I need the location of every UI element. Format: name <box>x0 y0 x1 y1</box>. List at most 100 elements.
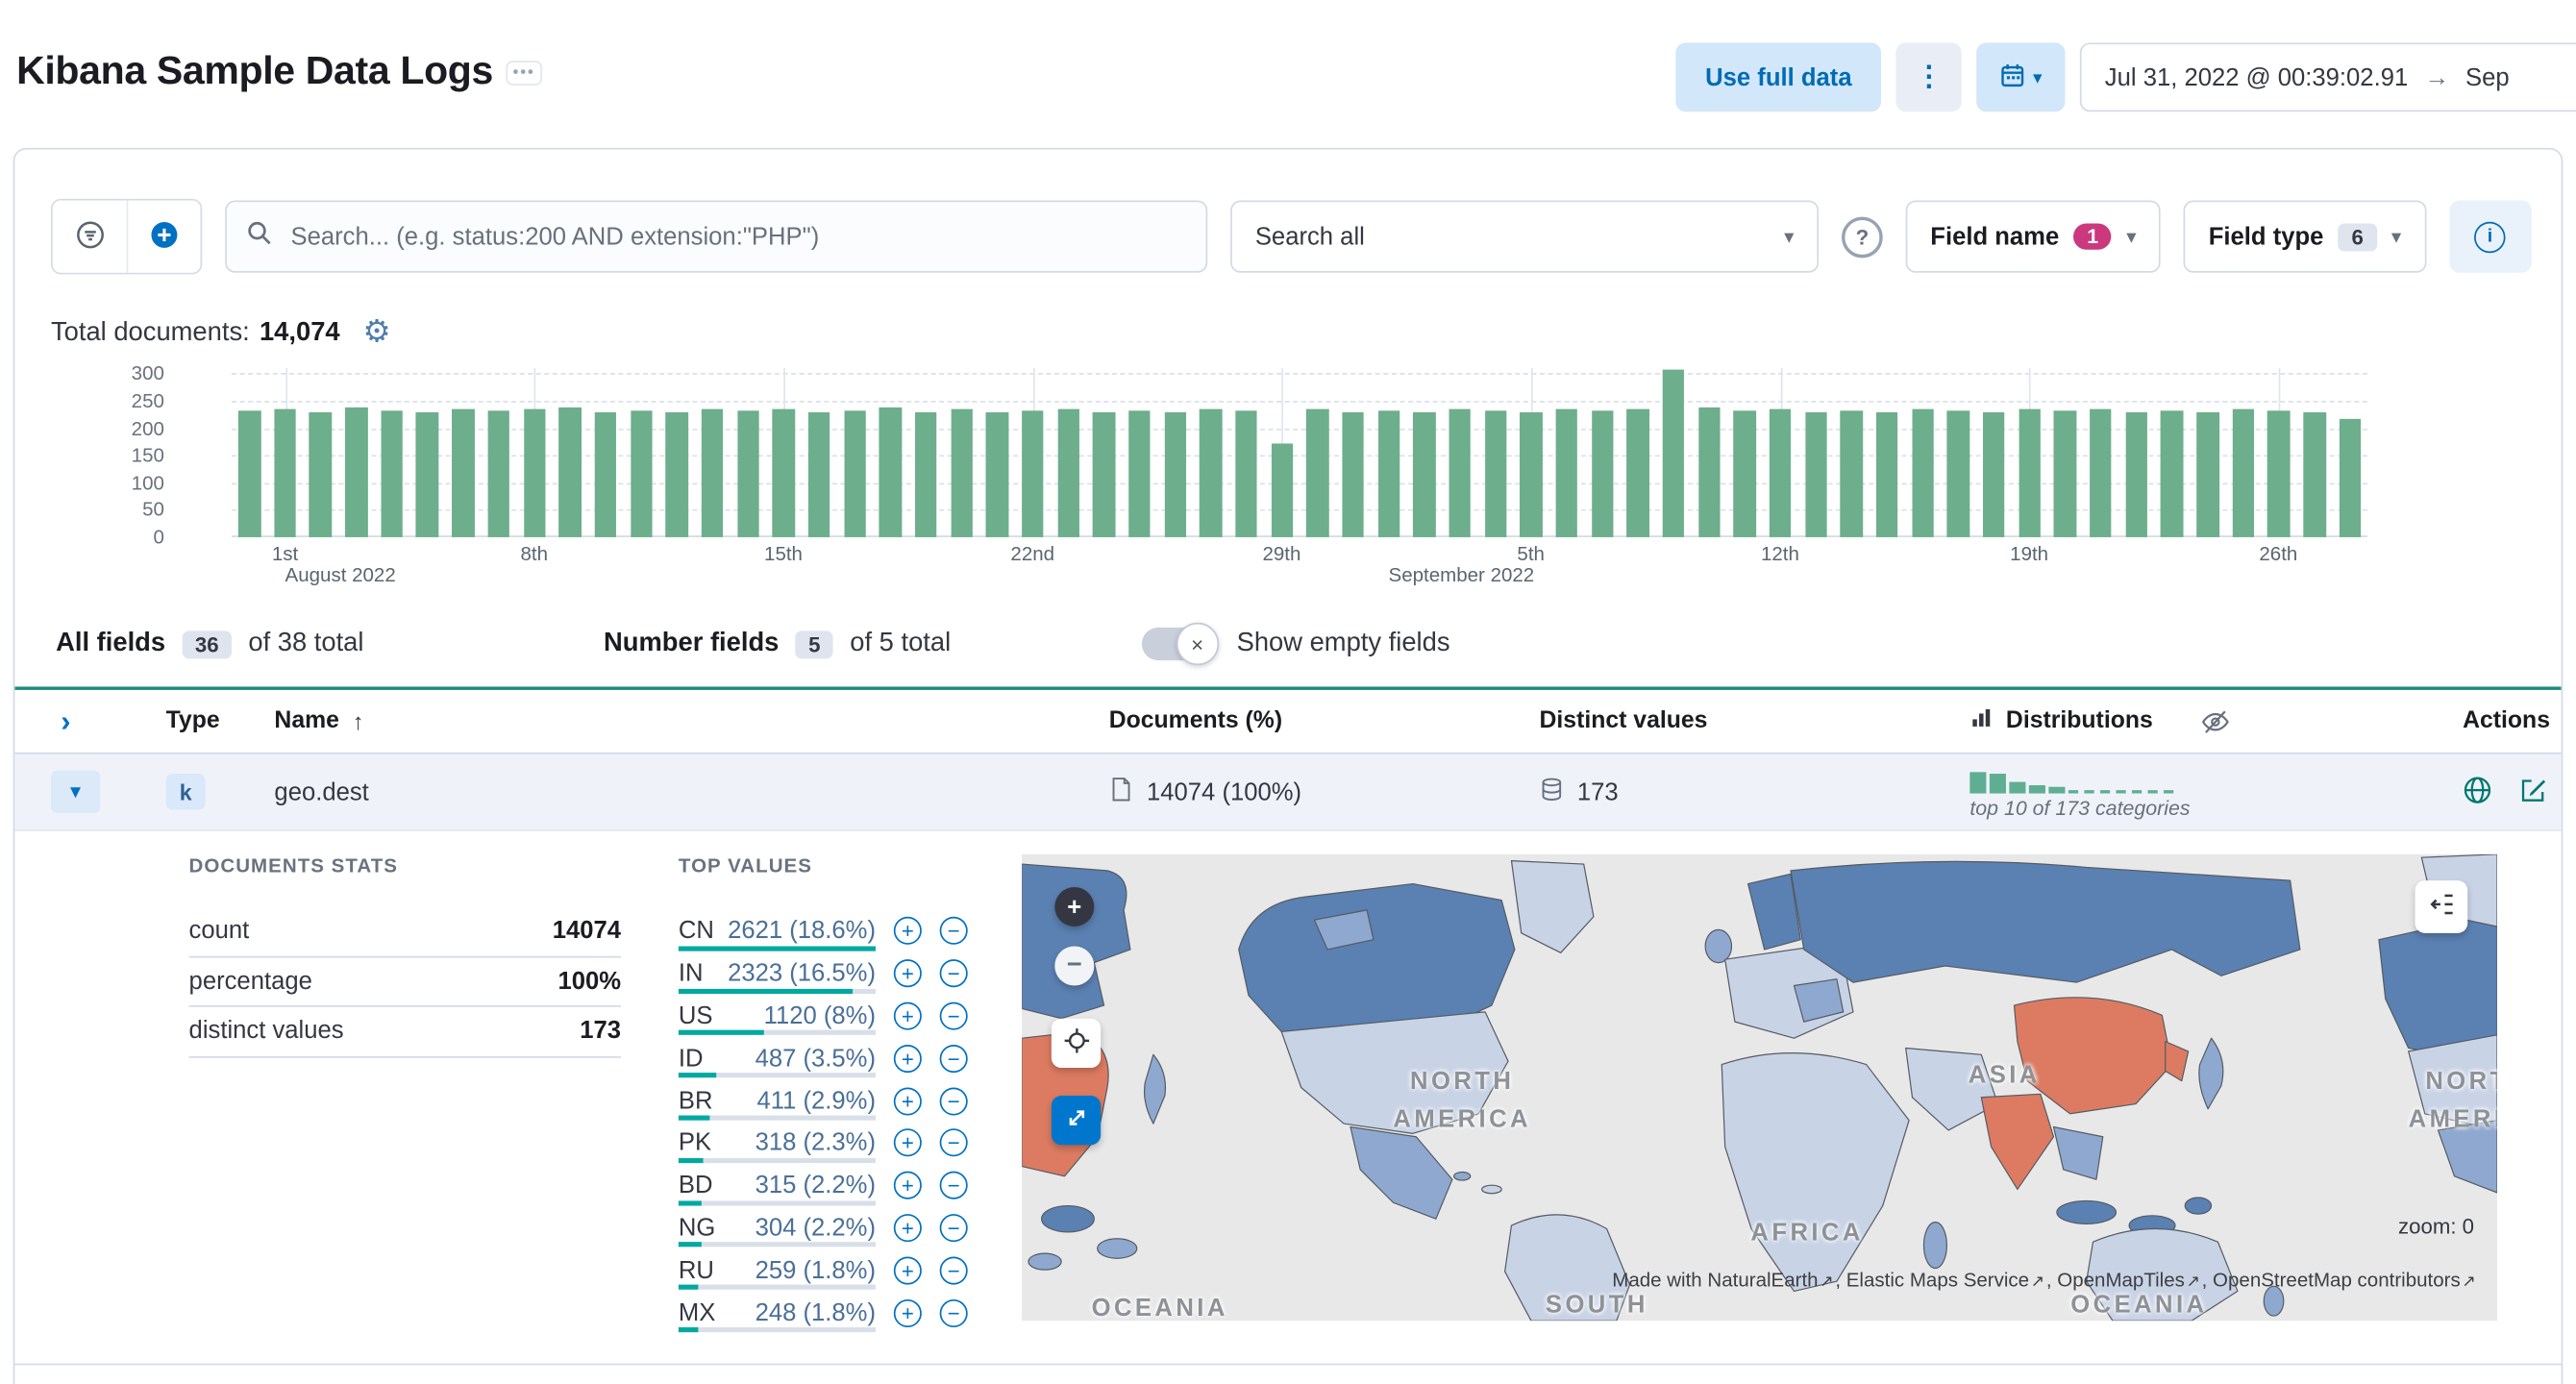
toggle-off-icon: × <box>1176 622 1219 666</box>
map-zoom-out-button[interactable]: − <box>1054 946 1095 986</box>
gear-icon[interactable]: ⚙ <box>363 317 391 348</box>
attribution-link[interactable]: Elastic Maps Service <box>1846 1269 2029 1292</box>
top-value-row: ID 487 (3.5%) + − <box>678 1037 991 1079</box>
map-expand-button[interactable] <box>1051 1096 1102 1146</box>
attribution-link[interactable]: NaturalEarth <box>1707 1269 1818 1292</box>
field-stats-panel: Search all ▾ ? Field name 1 ▾ Field type… <box>12 147 2564 1384</box>
bar <box>772 408 795 537</box>
histogram-bar <box>1406 368 1442 537</box>
top-value-row: CN 2621 (18.6%) + − <box>678 910 991 952</box>
filter-out-value-button[interactable]: − <box>939 1044 968 1073</box>
histogram-bar <box>232 368 267 537</box>
bar <box>630 409 653 537</box>
geo-map[interactable]: NORTHAMERICA NORTHAMERICA ASIA AFRICA SOUTHA… <box>1022 853 2497 1322</box>
stat-label: count <box>188 917 250 946</box>
explore-in-lens-button[interactable] <box>2463 775 2492 809</box>
attribution-link[interactable]: OpenMapTiles <box>2057 1269 2185 1292</box>
filter-out-value-button[interactable]: − <box>939 1298 968 1327</box>
app-menu-button[interactable]: ⋮ <box>1895 42 1963 112</box>
x-axis-month-label: August 2022 <box>285 563 396 587</box>
search-input[interactable] <box>287 220 1187 253</box>
edit-field-button[interactable] <box>2518 775 2548 809</box>
filter-out-value-button[interactable]: − <box>939 1001 968 1030</box>
bar <box>1555 408 1578 537</box>
bar <box>879 408 902 537</box>
page-title: Kibana Sample Data Logs <box>16 49 494 94</box>
map-legend-collapse-button[interactable] <box>2415 880 2468 933</box>
bar <box>1057 408 1079 537</box>
date-range-end[interactable]: Sep <box>2465 63 2510 91</box>
filter-out-value-button[interactable]: − <box>939 1256 968 1285</box>
bar <box>1626 409 1649 537</box>
number-fields-label: Number fields <box>604 629 780 657</box>
distribution-caption: top 10 of 173 categories <box>1969 796 2191 820</box>
y-axis-label: 250 <box>131 388 164 412</box>
top-value-label: IN <box>678 959 704 988</box>
title-overflow-menu-icon[interactable]: ••• <box>506 60 542 86</box>
date-range-input[interactable]: Jul 31, 2022 @ 00:39:02.91 → Sep <box>2080 42 2576 112</box>
help-icon[interactable]: ? <box>1842 215 1883 258</box>
histogram-bar <box>658 368 694 537</box>
header-distinct-values[interactable]: Distinct values <box>1520 708 1950 734</box>
header-type[interactable]: Type <box>146 708 255 734</box>
map-fit-to-data-button[interactable] <box>1051 1018 1102 1068</box>
filter-out-value-button[interactable]: − <box>939 959 968 988</box>
field-name-filter-button[interactable]: Field name 1 ▾ <box>1905 200 2162 273</box>
filter-out-value-button[interactable]: − <box>939 1171 968 1200</box>
filter-out-value-button[interactable]: − <box>939 1214 968 1243</box>
filter-for-value-button[interactable]: + <box>893 1298 922 1327</box>
show-empty-fields-toggle[interactable]: × <box>1141 622 1219 666</box>
query-filter-button[interactable] <box>52 200 127 273</box>
filter-for-value-button[interactable]: + <box>893 1214 922 1243</box>
field-type-filter-button[interactable]: Field type 6 ▾ <box>2184 200 2426 273</box>
chart-bars <box>232 368 2367 537</box>
filter-out-value-button[interactable]: − <box>939 1086 968 1115</box>
histogram-bar <box>1976 368 2012 537</box>
map-region-label: SOUTHAMERICA <box>1545 1291 1648 1320</box>
expand-all-button[interactable]: › <box>51 704 81 738</box>
bar <box>381 409 404 537</box>
date-quick-select-button[interactable]: ▾ <box>1976 42 2066 112</box>
attribution-link[interactable]: OpenStreetMap contributors <box>2213 1269 2461 1292</box>
top-value-main: RU 259 (1.8%) <box>678 1249 877 1292</box>
top-value-count: 2323 (16.5%) <box>728 959 877 988</box>
search-icon <box>246 219 272 254</box>
field-row-geo-dest[interactable]: ▾ k geo.dest 14074 (100%) 173 top 10 of … <box>14 754 2562 831</box>
documents-stats-title: DOCUMENTS STATS <box>188 853 399 877</box>
filter-for-value-button[interactable]: + <box>893 1171 922 1200</box>
bar <box>594 411 617 537</box>
filter-for-value-button[interactable]: + <box>893 1128 922 1157</box>
filter-for-value-button[interactable]: + <box>893 1044 922 1073</box>
filter-out-value-button[interactable]: − <box>939 1128 968 1157</box>
date-range-start[interactable]: Jul 31, 2022 @ 00:39:02.91 <box>2105 63 2408 91</box>
top-value-main: ID 487 (3.5%) <box>678 1037 877 1079</box>
filter-for-value-button[interactable]: + <box>893 959 922 988</box>
filter-for-value-button[interactable]: + <box>893 1001 922 1030</box>
crosshair-icon <box>1062 1026 1090 1059</box>
histogram-bar <box>1371 368 1406 537</box>
histogram-bar <box>1549 368 1585 537</box>
bar <box>2125 411 2148 537</box>
add-filter-button[interactable] <box>126 200 201 273</box>
info-button[interactable]: i <box>2448 200 2532 273</box>
top-value-bar <box>678 946 877 952</box>
map-zoom-in-button[interactable]: + <box>1054 886 1095 927</box>
eye-slash-icon[interactable] <box>2202 707 2230 735</box>
field-name[interactable]: geo.dest <box>255 778 1089 805</box>
header-documents[interactable]: Documents (%) <box>1089 708 1520 734</box>
collapse-row-button[interactable]: ▾ <box>50 770 101 814</box>
histogram-bar <box>1193 368 1228 537</box>
histogram-bar <box>374 368 409 537</box>
bar <box>843 409 866 537</box>
search-all-select[interactable]: Search all ▾ <box>1230 200 1820 273</box>
filter-out-value-button[interactable]: − <box>939 917 968 946</box>
x-axis-tick-label: 19th <box>2010 542 2049 565</box>
top-value-label: BR <box>678 1086 713 1115</box>
filter-for-value-button[interactable]: + <box>893 1086 922 1115</box>
use-full-data-button[interactable]: Use full data <box>1675 42 1882 112</box>
bar <box>1840 409 1863 537</box>
top-value-bar <box>678 1199 877 1205</box>
header-name[interactable]: Name ↑ <box>255 708 1089 734</box>
filter-for-value-button[interactable]: + <box>893 1256 922 1285</box>
filter-for-value-button[interactable]: + <box>893 917 922 946</box>
